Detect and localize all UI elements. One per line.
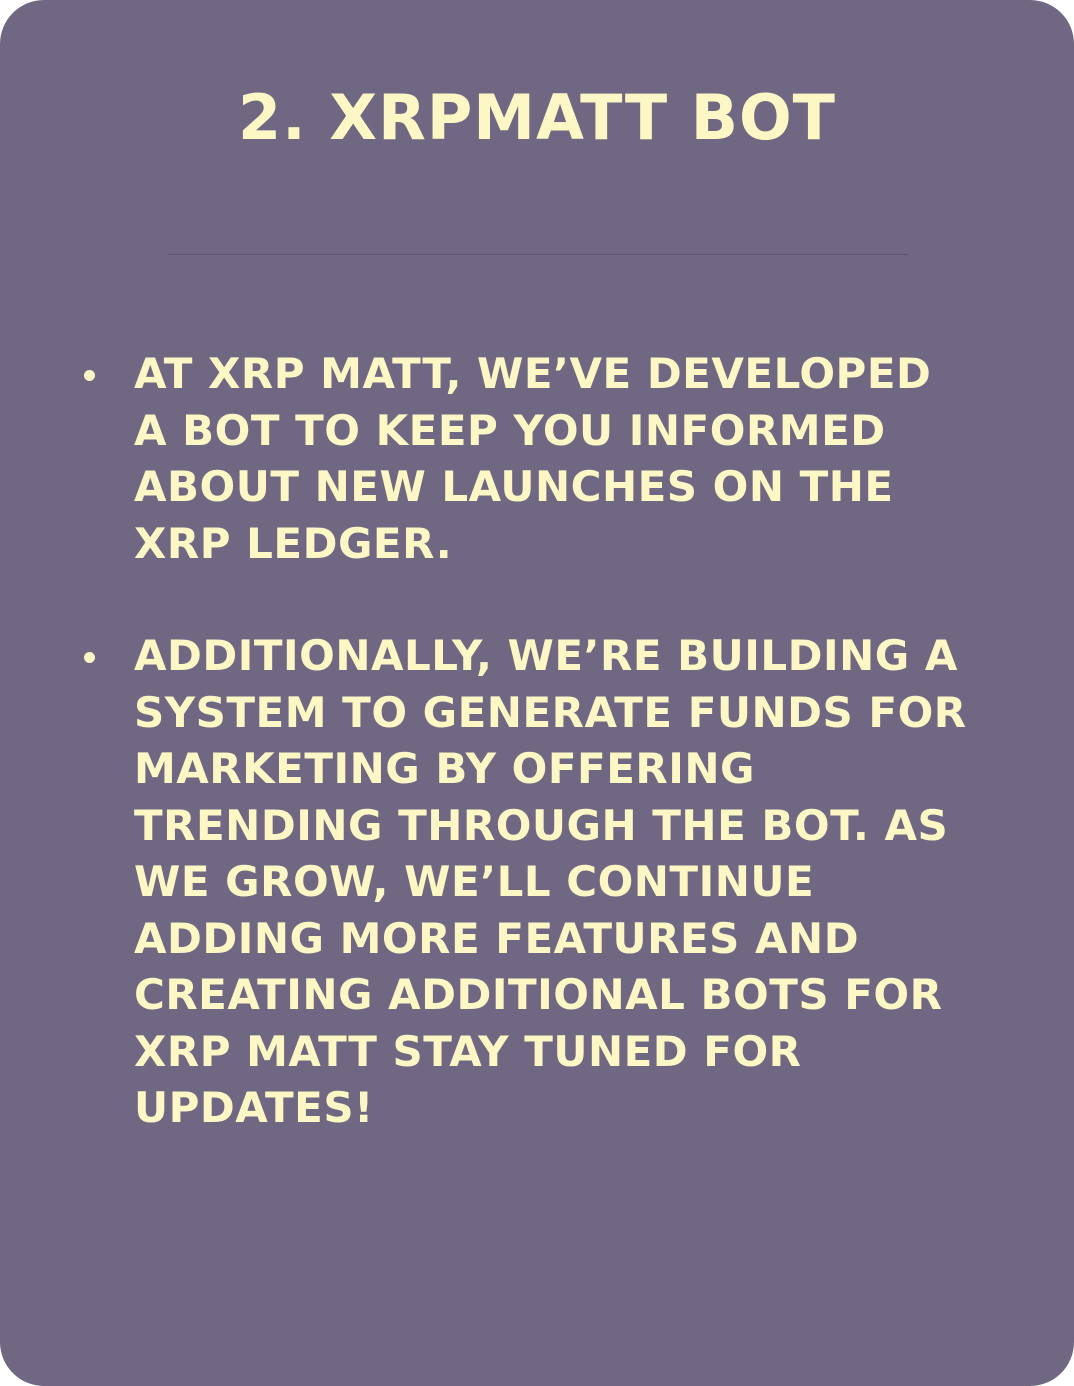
list-item: AT XRP MATT, WE’VE DEVELOPED A BOT TO KE… <box>80 346 1040 572</box>
bullet-text-line: ADDITIONALLY, WE’RE BUILDING A <box>134 631 958 680</box>
bullet-text-line: TRENDING THROUGH THE BOT. AS <box>134 800 949 850</box>
divider <box>168 254 908 255</box>
list-item: ADDITIONALLY, WE’RE BUILDING A SYSTEM TO… <box>80 628 1040 1137</box>
content-card: 2. XRPMATT BOT AT XRP MATT, WE’VE DEVELO… <box>0 0 1074 1386</box>
bullet-text-line: ADDING MORE FEATURES AND <box>134 913 860 963</box>
bullet-icon <box>84 370 95 381</box>
bullet-text-line: MARKETING BY OFFERING <box>134 744 756 793</box>
bullet-text-line: A BOT TO KEEP YOU INFORMED <box>134 405 886 455</box>
bullet-list: AT XRP MATT, WE’VE DEVELOPED A BOT TO KE… <box>80 346 1040 1137</box>
bullet-text-line: XRP LEDGER. <box>134 518 453 568</box>
bullet-text-line: UPDATES! <box>134 1083 374 1132</box>
bullet-text-line: ABOUT NEW LAUNCHES ON THE <box>134 462 894 511</box>
bullet-text-line: WE GROW, WE’LL CONTINUE <box>134 857 815 906</box>
bullet-text-line: XRP MATT STAY TUNED FOR <box>134 1026 802 1076</box>
page-title: 2. XRPMATT BOT <box>238 81 836 154</box>
bullet-text-line: AT XRP MATT, WE’VE DEVELOPED <box>134 349 932 398</box>
bullet-text-line: SYSTEM TO GENERATE FUNDS FOR <box>134 687 967 737</box>
bullet-text-line: CREATING ADDITIONAL BOTS FOR <box>134 970 943 1019</box>
bullet-icon <box>84 652 95 663</box>
